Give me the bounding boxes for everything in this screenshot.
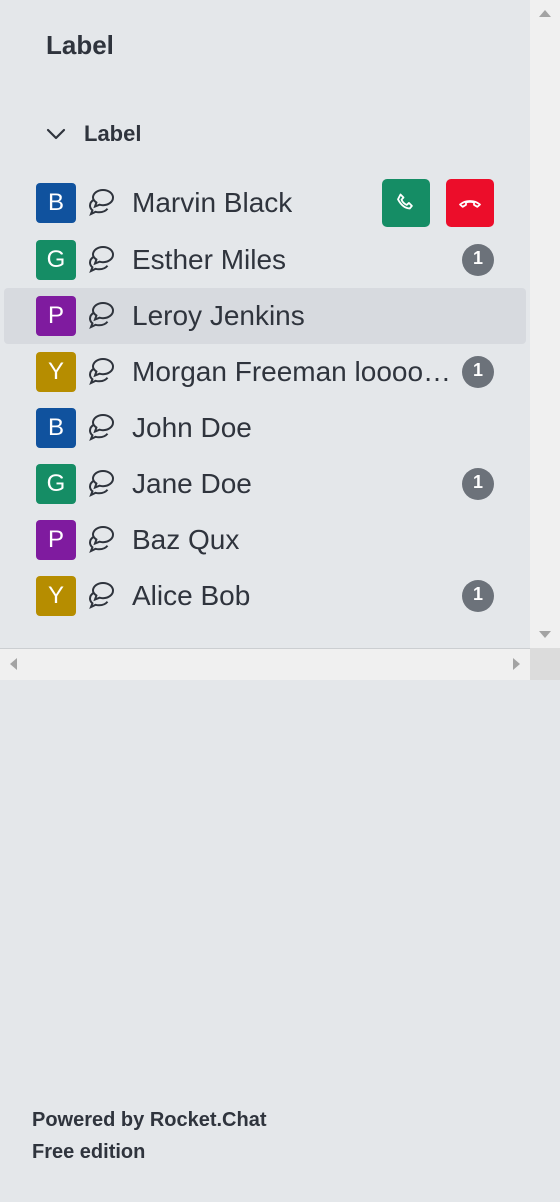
chat-bubbles-icon: [88, 357, 115, 386]
room-item-jane-doe[interactable]: G Jane Doe 1: [4, 456, 526, 512]
room-name: Jane Doe: [132, 468, 252, 499]
group-header[interactable]: Label: [44, 118, 141, 150]
scrollbar-corner: [530, 648, 560, 680]
vertical-scrollbar[interactable]: [530, 0, 560, 648]
unread-badge: 1: [462, 580, 494, 612]
unread-badge: 1: [462, 468, 494, 500]
horizontal-scrollbar[interactable]: [0, 648, 530, 680]
room-item-alice-bob[interactable]: Y Alice Bob 1: [4, 568, 526, 624]
edition-text: Free edition: [32, 1141, 146, 1163]
room-list: B Marvin Black G Esther Miles 1 P Leroy …: [4, 174, 526, 624]
decline-call-button[interactable]: [446, 179, 494, 227]
powered-by-text: Powered by Rocket.Chat: [32, 1109, 267, 1131]
chevron-down-icon: [46, 128, 66, 140]
avatar: B: [36, 183, 76, 223]
chat-bubbles-icon: [88, 581, 115, 610]
chat-bubbles-icon: [88, 413, 115, 442]
avatar: G: [36, 240, 76, 280]
chat-bubbles-icon: [88, 469, 115, 498]
room-name: Baz Qux: [132, 524, 240, 555]
group-label: Label: [84, 121, 142, 146]
scroll-up-arrow-icon[interactable]: [539, 10, 551, 17]
unread-badge: 1: [462, 356, 494, 388]
phone-icon: [397, 193, 413, 210]
room-name: Alice Bob: [132, 580, 251, 611]
sidebar-title: Label: [46, 30, 114, 60]
avatar: B: [36, 408, 76, 448]
accept-call-button[interactable]: [382, 179, 430, 227]
avatar: Y: [36, 352, 76, 392]
avatar: P: [36, 520, 76, 560]
avatar: Y: [36, 576, 76, 616]
room-item-morgan-freeman[interactable]: Y Morgan Freeman loooo… 1: [4, 344, 526, 400]
room-name: Esther Miles: [132, 244, 287, 275]
chat-bubbles-icon: [88, 301, 115, 330]
chat-bubbles-icon: [88, 245, 115, 274]
room-item-john-doe[interactable]: B John Doe: [4, 400, 526, 456]
unread-badge: 1: [462, 244, 494, 276]
room-name: John Doe: [132, 412, 252, 443]
scroll-right-arrow-icon[interactable]: [513, 658, 520, 670]
scroll-left-arrow-icon[interactable]: [10, 658, 17, 670]
room-name: Leroy Jenkins: [132, 300, 305, 331]
room-item-leroy-jenkins[interactable]: P Leroy Jenkins: [4, 288, 526, 344]
room-name: Marvin Black: [132, 187, 293, 218]
avatar: G: [36, 464, 76, 504]
room-item-marvin-black[interactable]: B Marvin Black: [4, 174, 526, 232]
room-item-baz-qux[interactable]: P Baz Qux: [4, 512, 526, 568]
room-name: Morgan Freeman loooo…: [132, 356, 452, 387]
sidebar-panel: Label Label B Marvin Black G Esther Mile…: [0, 0, 530, 648]
phone-hangup-icon: [459, 200, 481, 208]
room-item-esther-miles[interactable]: G Esther Miles 1: [4, 232, 526, 288]
footer: Powered by Rocket.Chat Free edition: [32, 1104, 267, 1168]
chat-bubbles-icon: [88, 188, 115, 217]
avatar: P: [36, 296, 76, 336]
scroll-down-arrow-icon[interactable]: [539, 631, 551, 638]
chat-bubbles-icon: [88, 525, 115, 554]
